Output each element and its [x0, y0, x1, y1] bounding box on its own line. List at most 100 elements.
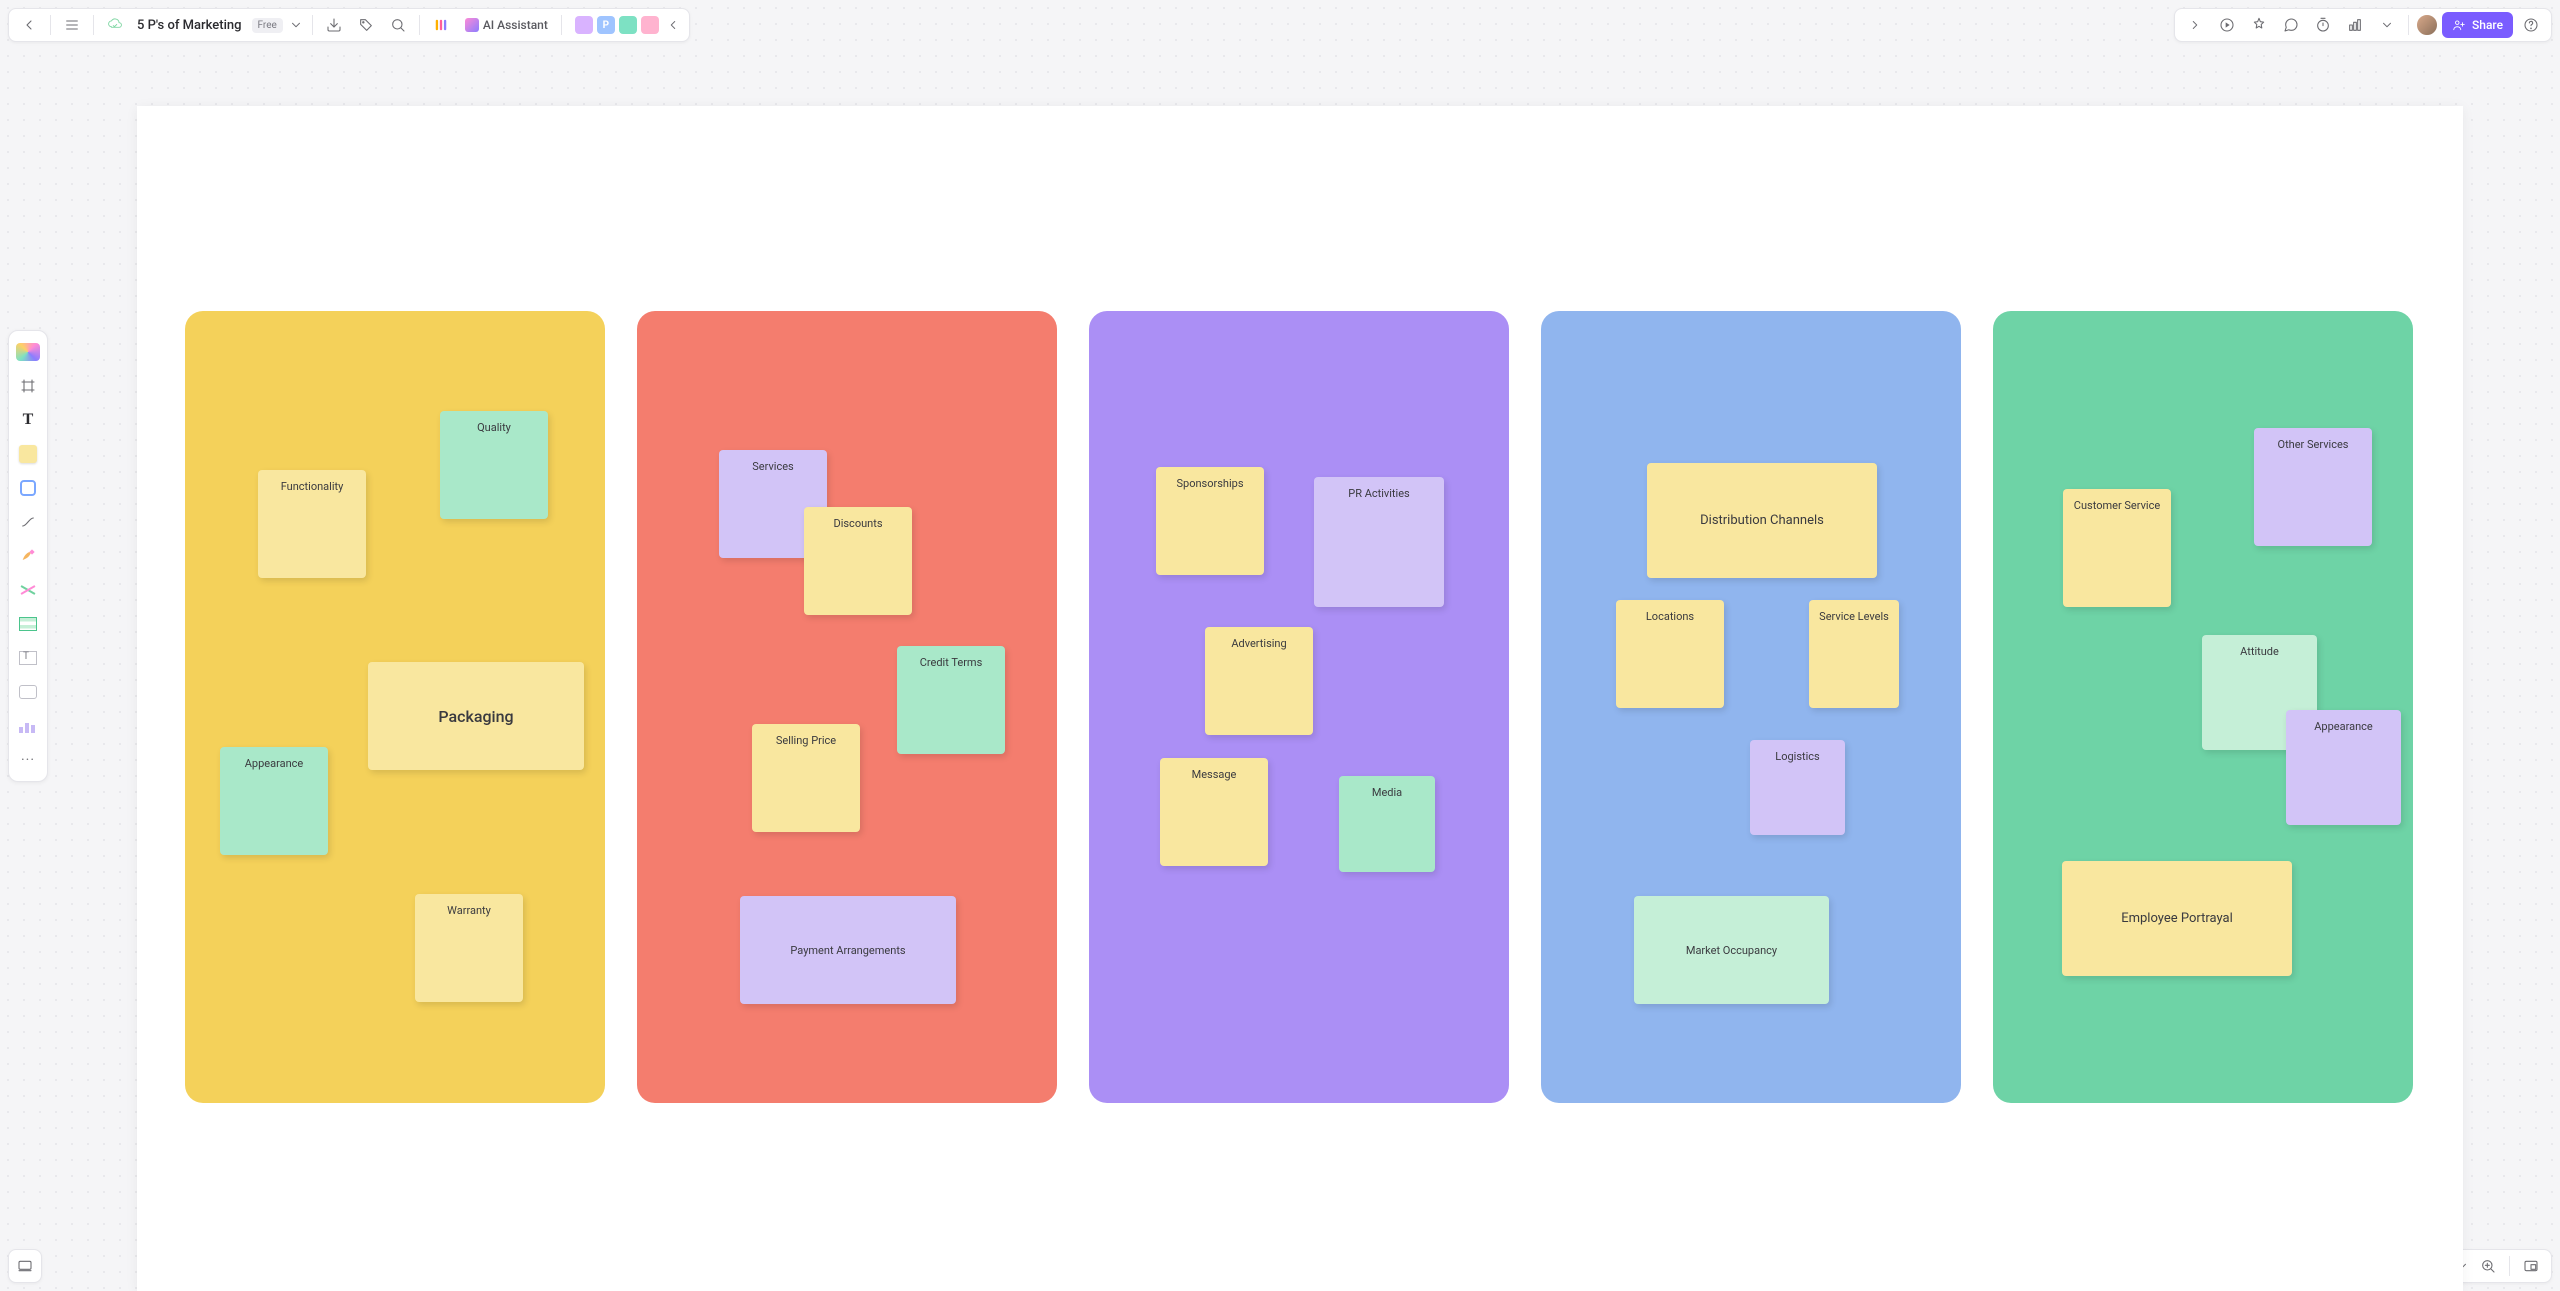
- help-button[interactable]: [2517, 11, 2545, 39]
- column-price[interactable]: Services Discounts Credit Terms Selling …: [637, 311, 1057, 1103]
- voting-button[interactable]: [2341, 11, 2369, 39]
- sticky-message[interactable]: Message: [1160, 758, 1268, 866]
- tag-button[interactable]: [352, 11, 380, 39]
- pen-tool[interactable]: [13, 541, 43, 571]
- frame-tool[interactable]: [13, 371, 43, 401]
- column-place[interactable]: Distribution Channels Locations Service …: [1541, 311, 1961, 1103]
- column-product[interactable]: Quality Functionality Packaging Appearan…: [185, 311, 605, 1103]
- more-apps-dropdown[interactable]: [2373, 11, 2401, 39]
- diagram-tool[interactable]: [13, 575, 43, 605]
- search-button[interactable]: [384, 11, 412, 39]
- presence-avatar[interactable]: [619, 16, 637, 34]
- user-avatar[interactable]: [2416, 14, 2438, 36]
- sticky-text: PR Activities: [1348, 487, 1409, 500]
- sticky-quality[interactable]: Quality: [440, 411, 548, 519]
- ai-assistant-button[interactable]: AI Assistant: [459, 11, 554, 39]
- chart-tool[interactable]: [13, 711, 43, 741]
- sticky-market-occupancy[interactable]: Market Occupancy: [1634, 896, 1829, 1004]
- sticky-appearance2[interactable]: Appearance: [2286, 710, 2401, 825]
- sticky-note-tool[interactable]: [13, 439, 43, 469]
- sticky-packaging[interactable]: Packaging: [368, 662, 584, 770]
- sticky-pr-activities[interactable]: PR Activities: [1314, 477, 1444, 607]
- presence-avatar[interactable]: [575, 16, 593, 34]
- sticky-text: Advertising: [1231, 637, 1286, 650]
- separator: [561, 15, 562, 35]
- present-button[interactable]: [2213, 11, 2241, 39]
- more-tools-button[interactable]: ···: [13, 745, 43, 775]
- presence-avatar[interactable]: P: [597, 16, 615, 34]
- sticky-payment-arrangements[interactable]: Payment Arrangements: [740, 896, 956, 1004]
- sticky-locations[interactable]: Locations: [1616, 600, 1724, 708]
- table-tool[interactable]: [13, 609, 43, 639]
- sticky-text: Functionality: [281, 480, 344, 493]
- sticky-text: Service Levels: [1819, 610, 1889, 623]
- sticky-text: Packaging: [438, 707, 513, 726]
- export-button[interactable]: [320, 11, 348, 39]
- menu-button[interactable]: [58, 11, 86, 39]
- presence-cluster: P: [569, 16, 659, 34]
- left-toolbar: T ···: [8, 330, 48, 782]
- sticky-appearance[interactable]: Appearance: [220, 747, 328, 855]
- top-toolbar-left: 5 P's of Marketing Free AI Assistant P: [8, 8, 690, 42]
- separator: [93, 15, 94, 35]
- sticky-text: Message: [1192, 768, 1237, 781]
- color-picker-tool[interactable]: [13, 337, 43, 367]
- sticky-text: Employee Portrayal: [2121, 911, 2233, 926]
- sticky-discounts[interactable]: Discounts: [804, 507, 912, 615]
- text-tool[interactable]: T: [13, 405, 43, 435]
- sticky-text: Quality: [477, 421, 511, 434]
- sticky-text: Payment Arrangements: [790, 944, 905, 957]
- separator: [2509, 1256, 2510, 1276]
- card-tool[interactable]: [13, 677, 43, 707]
- back-button[interactable]: [15, 11, 43, 39]
- connector-tool[interactable]: [13, 507, 43, 537]
- ai-assistant-label: AI Assistant: [483, 18, 548, 32]
- sticky-service-levels[interactable]: Service Levels: [1809, 600, 1899, 708]
- document-title[interactable]: 5 P's of Marketing: [133, 18, 246, 33]
- sticky-employee-portrayal[interactable]: Employee Portrayal: [2062, 861, 2292, 976]
- ai-spark-icon: [465, 18, 479, 32]
- plan-badge[interactable]: Free: [252, 18, 283, 33]
- sticky-warranty[interactable]: Warranty: [415, 894, 523, 1002]
- top-toolbar-right: Share: [2174, 8, 2552, 42]
- sticky-text: Market Occupancy: [1686, 944, 1777, 957]
- shape-tool[interactable]: [13, 473, 43, 503]
- sticky-customer-service[interactable]: Customer Service: [2063, 489, 2171, 607]
- zoom-in-button[interactable]: [2474, 1252, 2502, 1280]
- share-button[interactable]: Share: [2442, 12, 2513, 38]
- sticky-advertising[interactable]: Advertising: [1205, 627, 1313, 735]
- collapse-toolbar-button[interactable]: [663, 11, 683, 39]
- sticky-text: Credit Terms: [920, 656, 983, 669]
- canvas-board[interactable]: Quality Functionality Packaging Appearan…: [137, 106, 2463, 1291]
- sticky-credit-terms[interactable]: Credit Terms: [897, 646, 1005, 754]
- comments-button[interactable]: [2277, 11, 2305, 39]
- miro-logo-icon[interactable]: [427, 11, 455, 39]
- frames-panel-button[interactable]: [8, 1249, 42, 1283]
- sticky-functionality[interactable]: Functionality: [258, 470, 366, 578]
- separator: [312, 15, 313, 35]
- sticky-logistics[interactable]: Logistics: [1750, 740, 1845, 835]
- text-block-tool[interactable]: [13, 643, 43, 673]
- sticky-distribution-channels[interactable]: Distribution Channels: [1647, 463, 1877, 578]
- presence-avatar[interactable]: [641, 16, 659, 34]
- separator: [50, 15, 51, 35]
- column-promotion[interactable]: Sponsorships PR Activities Advertising M…: [1089, 311, 1509, 1103]
- timer-button[interactable]: [2309, 11, 2337, 39]
- column-people[interactable]: Other Services Customer Service Attitude…: [1993, 311, 2413, 1103]
- sticky-sponsorships[interactable]: Sponsorships: [1156, 467, 1264, 575]
- title-dropdown[interactable]: [287, 11, 305, 39]
- expand-panel-button[interactable]: [2181, 11, 2209, 39]
- sticky-text: Other Services: [2278, 438, 2349, 451]
- sticky-selling-price[interactable]: Selling Price: [752, 724, 860, 832]
- sticky-text: Appearance: [245, 757, 304, 770]
- minimap-button[interactable]: [2517, 1252, 2545, 1280]
- sticky-text: Appearance: [2314, 720, 2373, 733]
- sticky-text: Logistics: [1775, 750, 1819, 763]
- separator: [2408, 15, 2409, 35]
- sync-status-icon: [101, 11, 129, 39]
- sticky-other-services[interactable]: Other Services: [2254, 428, 2372, 546]
- separator: [419, 15, 420, 35]
- sticky-media[interactable]: Media: [1339, 776, 1435, 872]
- sticky-text: Locations: [1646, 610, 1694, 623]
- reactions-button[interactable]: [2245, 11, 2273, 39]
